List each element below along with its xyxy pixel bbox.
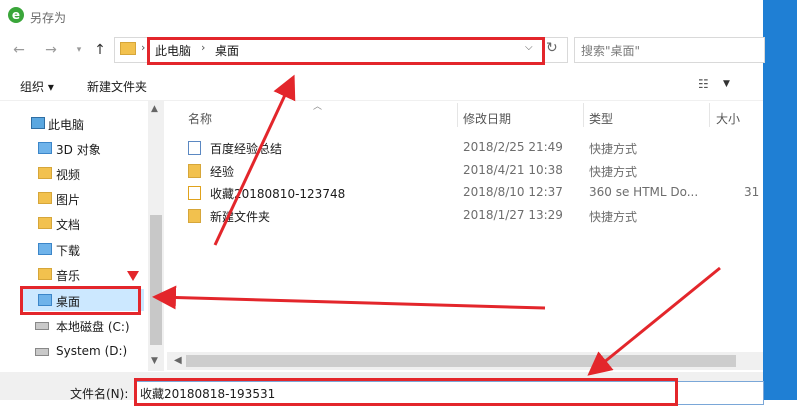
file-row[interactable]: 经验 2018/4/21 10:38 快捷方式 <box>186 160 763 182</box>
file-type: 快捷方式 <box>589 165 638 179</box>
annotation-box-address <box>147 37 545 65</box>
nav-item-downloads[interactable]: 下载 <box>0 238 148 260</box>
folder-shortcut-icon <box>188 164 201 178</box>
computer-icon <box>31 117 45 129</box>
nav-item-music[interactable]: 音乐 <box>0 263 148 285</box>
scroll-left-icon[interactable]: ◀ <box>174 355 182 366</box>
drive-icon <box>35 322 49 330</box>
column-header-type[interactable]: 类型 <box>589 110 613 127</box>
nav-item-videos[interactable]: 视频 <box>0 162 148 184</box>
nav-item-3d-objects[interactable]: 3D 对象 <box>0 137 148 159</box>
nav-item-system-d[interactable]: System (D:) <box>0 340 148 362</box>
sort-ascending-icon: ︿ <box>313 102 323 112</box>
nav-item-label: 本地磁盘 (C:) <box>56 320 130 334</box>
new-folder-button[interactable]: 新建文件夹 <box>87 78 147 95</box>
file-type: 360 se HTML Do... <box>589 185 699 199</box>
file-name: 百度经验总结 <box>210 142 283 156</box>
back-arrow-icon[interactable]: ← <box>10 41 28 59</box>
folder-music-icon <box>38 268 52 280</box>
breadcrumb-separator[interactable]: › <box>141 41 145 54</box>
view-options-icon[interactable]: ☷ <box>698 77 714 91</box>
annotation-box-desktop <box>20 286 141 315</box>
html-file-icon <box>188 186 201 200</box>
column-header-name[interactable]: 名称 <box>188 110 212 127</box>
title-bar <box>0 0 763 34</box>
column-divider[interactable] <box>709 103 710 127</box>
file-type: 快捷方式 <box>589 142 638 156</box>
column-divider[interactable] <box>457 103 458 127</box>
forward-arrow-icon[interactable]: → <box>42 41 60 59</box>
nav-item-label: 文档 <box>56 218 81 232</box>
file-name: 新建文件夹 <box>210 210 271 224</box>
file-date: 2018/2/25 21:49 <box>463 140 563 154</box>
nav-item-local-disk-c[interactable]: 本地磁盘 (C:) <box>0 314 148 336</box>
folder-documents-icon <box>38 217 52 229</box>
nav-item-label: 视频 <box>56 168 81 182</box>
organize-button[interactable]: 组织 ▾ <box>20 78 54 95</box>
file-size: 31 <box>744 185 760 199</box>
nav-item-label: 音乐 <box>56 269 81 283</box>
folder-3d-icon <box>38 142 52 154</box>
column-header-size[interactable]: 大小 <box>716 110 740 127</box>
folder-video-icon <box>38 167 52 179</box>
refresh-icon[interactable]: ↻ <box>546 40 558 56</box>
nav-item-pictures[interactable]: 图片 <box>0 187 148 209</box>
column-divider[interactable] <box>583 103 584 127</box>
scroll-up-icon[interactable]: ▲ <box>151 104 158 114</box>
nav-item-label: 3D 对象 <box>56 143 101 157</box>
file-date: 2018/1/27 13:29 <box>463 208 563 222</box>
desktop-folder-icon <box>120 42 136 55</box>
folder-shortcut-icon <box>188 209 201 223</box>
file-row[interactable]: 收藏20180810-123748 2018/8/10 12:37 360 se… <box>186 182 763 204</box>
file-date: 2018/8/10 12:37 <box>463 185 563 199</box>
folder-pictures-icon <box>38 192 52 204</box>
column-header-date[interactable]: 修改日期 <box>463 110 511 127</box>
file-row[interactable]: 百度经验总结 2018/2/25 21:49 快捷方式 <box>186 137 763 159</box>
file-type: 快捷方式 <box>589 210 638 224</box>
recent-chevron-icon[interactable]: ▾ <box>70 41 88 59</box>
window-title: 另存为 <box>30 11 67 25</box>
file-row[interactable]: 新建文件夹 2018/1/27 13:29 快捷方式 <box>186 205 763 227</box>
nav-item-label: System (D:) <box>56 344 128 358</box>
background-strip <box>763 0 797 400</box>
nav-item-label: 图片 <box>56 193 81 207</box>
nav-item-label: 此电脑 <box>48 118 85 132</box>
annotation-box-filename <box>134 378 678 406</box>
up-arrow-icon[interactable]: ↑ <box>91 41 109 59</box>
scroll-down-icon[interactable]: ▼ <box>151 356 158 366</box>
folder-downloads-icon <box>38 243 52 255</box>
file-date: 2018/4/21 10:38 <box>463 163 563 177</box>
view-dropdown-icon[interactable]: ▼ <box>723 79 730 89</box>
browser-app-icon: e <box>8 7 24 23</box>
nav-scrollbar-thumb[interactable] <box>150 215 162 345</box>
nav-item-documents[interactable]: 文档 <box>0 212 148 234</box>
document-shortcut-icon <box>188 141 201 155</box>
drive-icon <box>35 348 49 356</box>
horizontal-scrollbar-thumb[interactable] <box>186 355 736 367</box>
nav-item-label: 下载 <box>56 244 81 258</box>
file-name: 收藏20180810-123748 <box>210 187 346 201</box>
filename-label: 文件名(N): <box>70 387 129 401</box>
search-placeholder[interactable]: 搜索"桌面" <box>581 42 640 59</box>
file-name: 经验 <box>210 165 235 179</box>
nav-item-this-pc[interactable]: 此电脑 <box>0 112 148 134</box>
